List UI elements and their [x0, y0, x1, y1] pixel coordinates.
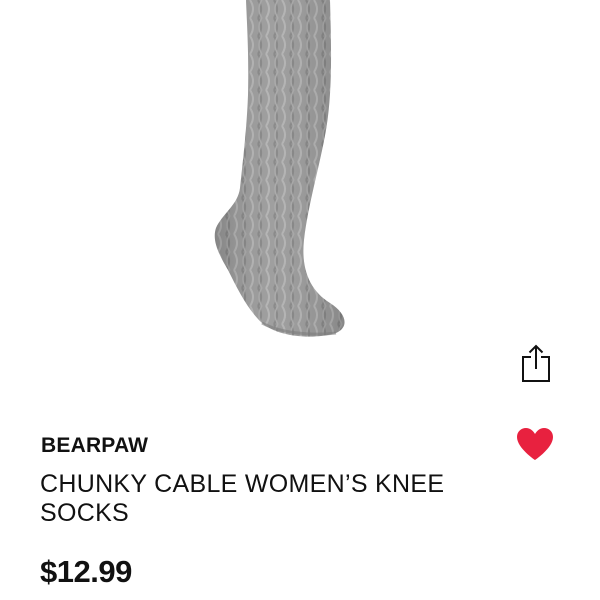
share-icon: [520, 343, 552, 388]
share-button[interactable]: [514, 342, 558, 388]
favorite-button[interactable]: [511, 424, 559, 468]
product-image[interactable]: [0, 0, 600, 360]
product-price: $12.99: [40, 554, 132, 589]
product-brand[interactable]: BEARPAW: [41, 434, 148, 458]
product-title: CHUNKY CABLE WOMEN’S KNEE SOCKS: [40, 470, 445, 527]
heart-icon: [516, 427, 554, 466]
heart-shape: [517, 427, 553, 460]
product-detail-screen: BEARPAW CHUNKY CABLE WOMEN’S KNEE SOCKS …: [0, 0, 600, 600]
